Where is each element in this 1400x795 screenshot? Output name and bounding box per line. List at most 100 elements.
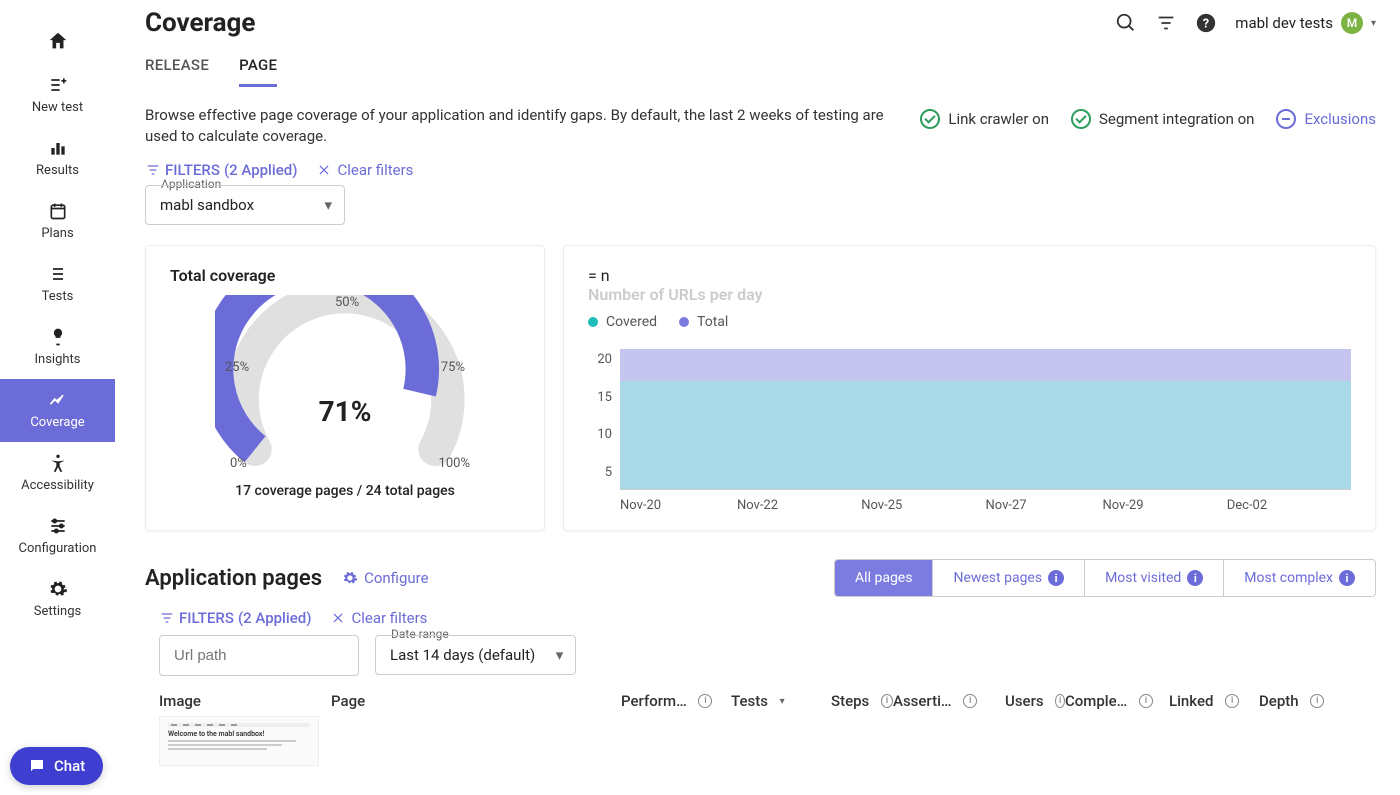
pages-clear-filters-button[interactable]: Clear filters (331, 609, 427, 627)
tab-page[interactable]: PAGE (239, 56, 277, 87)
view-tabs: RELEASE PAGE (145, 56, 1376, 87)
insights-icon (47, 326, 69, 348)
info-icon: i (963, 694, 977, 708)
sidebar-item-home[interactable] (0, 20, 115, 64)
th-linked[interactable]: Linked i (1169, 692, 1259, 710)
info-icon: i (1048, 570, 1064, 586)
sidebar-item-results[interactable]: Results (0, 127, 115, 190)
dot-icon (588, 317, 598, 327)
gauge-tick: 0% (230, 456, 247, 471)
sidebar-item-new-test[interactable]: New test (0, 64, 115, 127)
search-icon[interactable] (1115, 12, 1137, 34)
view-tab-all[interactable]: All pages (835, 560, 933, 596)
info-icon: i (881, 694, 893, 708)
plans-icon (47, 200, 69, 222)
view-tab-visited[interactable]: Most visitedi (1085, 560, 1224, 596)
gauge-chart: 50% 25% 75% 71% 0% 100% (170, 295, 520, 475)
new-test-icon (47, 74, 69, 96)
info-icon: i (1055, 694, 1065, 708)
description-text: Browse effective page coverage of your a… (145, 105, 905, 147)
nav-label: Insights (34, 352, 80, 367)
sidebar-item-accessibility[interactable]: Accessibility (0, 442, 115, 505)
sidebar-item-plans[interactable]: Plans (0, 190, 115, 253)
status-link-crawler[interactable]: Link crawler on (920, 109, 1049, 129)
svg-text:?: ? (1203, 17, 1209, 32)
configuration-icon (47, 515, 69, 537)
y-axis: 20 15 10 5 (588, 350, 612, 480)
legend-covered: Covered (588, 314, 657, 330)
results-icon (47, 137, 69, 159)
info-icon: i (1225, 694, 1239, 708)
sort-icon: ▾ (780, 696, 785, 707)
check-icon (920, 109, 940, 129)
gauge-tick: 50% (335, 295, 359, 310)
info-icon: i (1339, 570, 1355, 586)
gauge-caption: 17 coverage pages / 24 total pages (170, 483, 520, 499)
nav-label: Results (36, 163, 79, 178)
header: Coverage ? mabl dev tests M ▾ (145, 8, 1376, 38)
check-icon (1071, 109, 1091, 129)
th-complex[interactable]: Comple… i (1065, 692, 1169, 710)
nav-label: Settings (34, 604, 81, 619)
pages-table-header: Image Page Perform… i Tests ▾ Steps i As… (159, 688, 1376, 716)
tests-icon (47, 263, 69, 285)
dot-icon (679, 317, 689, 327)
sidebar: New test Results Plans Tests Insights Co… (0, 0, 115, 795)
chat-button[interactable]: Chat (10, 747, 103, 785)
sidebar-item-tests[interactable]: Tests (0, 253, 115, 316)
info-icon: i (1310, 694, 1324, 708)
daterange-select[interactable]: Last 14 days (default) (375, 635, 576, 675)
info-icon: i (1187, 570, 1203, 586)
application-select[interactable]: Application mabl sandbox (145, 185, 345, 225)
th-depth[interactable]: Depth i (1259, 692, 1329, 710)
sidebar-item-insights[interactable]: Insights (0, 316, 115, 379)
th-tests[interactable]: Tests ▾ (731, 692, 831, 710)
th-steps[interactable]: Steps i (831, 692, 893, 710)
th-users[interactable]: Users i (1005, 692, 1065, 710)
view-tab-complex[interactable]: Most complexi (1224, 560, 1375, 596)
view-tab-newest[interactable]: Newest pagesi (933, 560, 1085, 596)
sidebar-item-configuration[interactable]: Configuration (0, 505, 115, 568)
th-image[interactable]: Image (159, 692, 331, 710)
gauge-tick: 75% (441, 360, 465, 375)
minus-icon (1276, 109, 1296, 129)
sidebar-item-coverage[interactable]: Coverage (0, 379, 115, 442)
filter-icon[interactable] (1155, 12, 1177, 34)
caret-down-icon: ▾ (1371, 18, 1376, 29)
nav-label: Coverage (30, 415, 84, 430)
configure-button[interactable]: Configure (342, 569, 429, 587)
workspace-switcher[interactable]: mabl dev tests M ▾ (1235, 12, 1376, 34)
card-title: Number of URLs per day (588, 285, 1351, 304)
th-page[interactable]: Page (331, 692, 621, 710)
nav-label: Plans (41, 226, 73, 241)
chart-legend: Covered Total (588, 314, 1351, 330)
info-icon: i (698, 694, 712, 708)
th-assert[interactable]: Asserti… i (893, 692, 1005, 710)
nav-label: Tests (42, 289, 74, 304)
tab-release[interactable]: RELEASE (145, 56, 209, 87)
help-icon[interactable]: ? (1195, 12, 1217, 34)
clear-filters-button[interactable]: Clear filters (317, 161, 413, 179)
main-content: Coverage ? mabl dev tests M ▾ RELEASE PA… (115, 0, 1400, 795)
gauge-tick: 25% (225, 360, 249, 375)
accessibility-icon (47, 452, 69, 474)
sidebar-item-settings[interactable]: Settings (0, 568, 115, 631)
urls-per-day-card: = n Number of URLs per day Covered Total… (563, 245, 1376, 531)
legend-total: Total (679, 314, 728, 330)
avatar: M (1341, 12, 1363, 34)
url-path-input[interactable] (159, 635, 359, 676)
nav-label: Accessibility (21, 478, 94, 493)
page-title: Coverage (145, 8, 255, 38)
info-icon: i (1139, 694, 1153, 708)
nav-label: Configuration (19, 541, 97, 556)
home-icon (47, 30, 69, 52)
pages-filters-toggle[interactable]: FILTERS (2 Applied) (159, 609, 311, 627)
settings-icon (47, 578, 69, 600)
card-title: Total coverage (170, 266, 520, 285)
status-exclusions[interactable]: Exclusions (1276, 109, 1376, 129)
nav-label: New test (32, 100, 83, 115)
workspace-name: mabl dev tests (1235, 14, 1333, 32)
th-perf[interactable]: Perform… i (621, 692, 731, 710)
status-segment[interactable]: Segment integration on (1071, 109, 1254, 129)
page-thumbnail[interactable]: Welcome to the mabl sandbox! (159, 716, 319, 766)
